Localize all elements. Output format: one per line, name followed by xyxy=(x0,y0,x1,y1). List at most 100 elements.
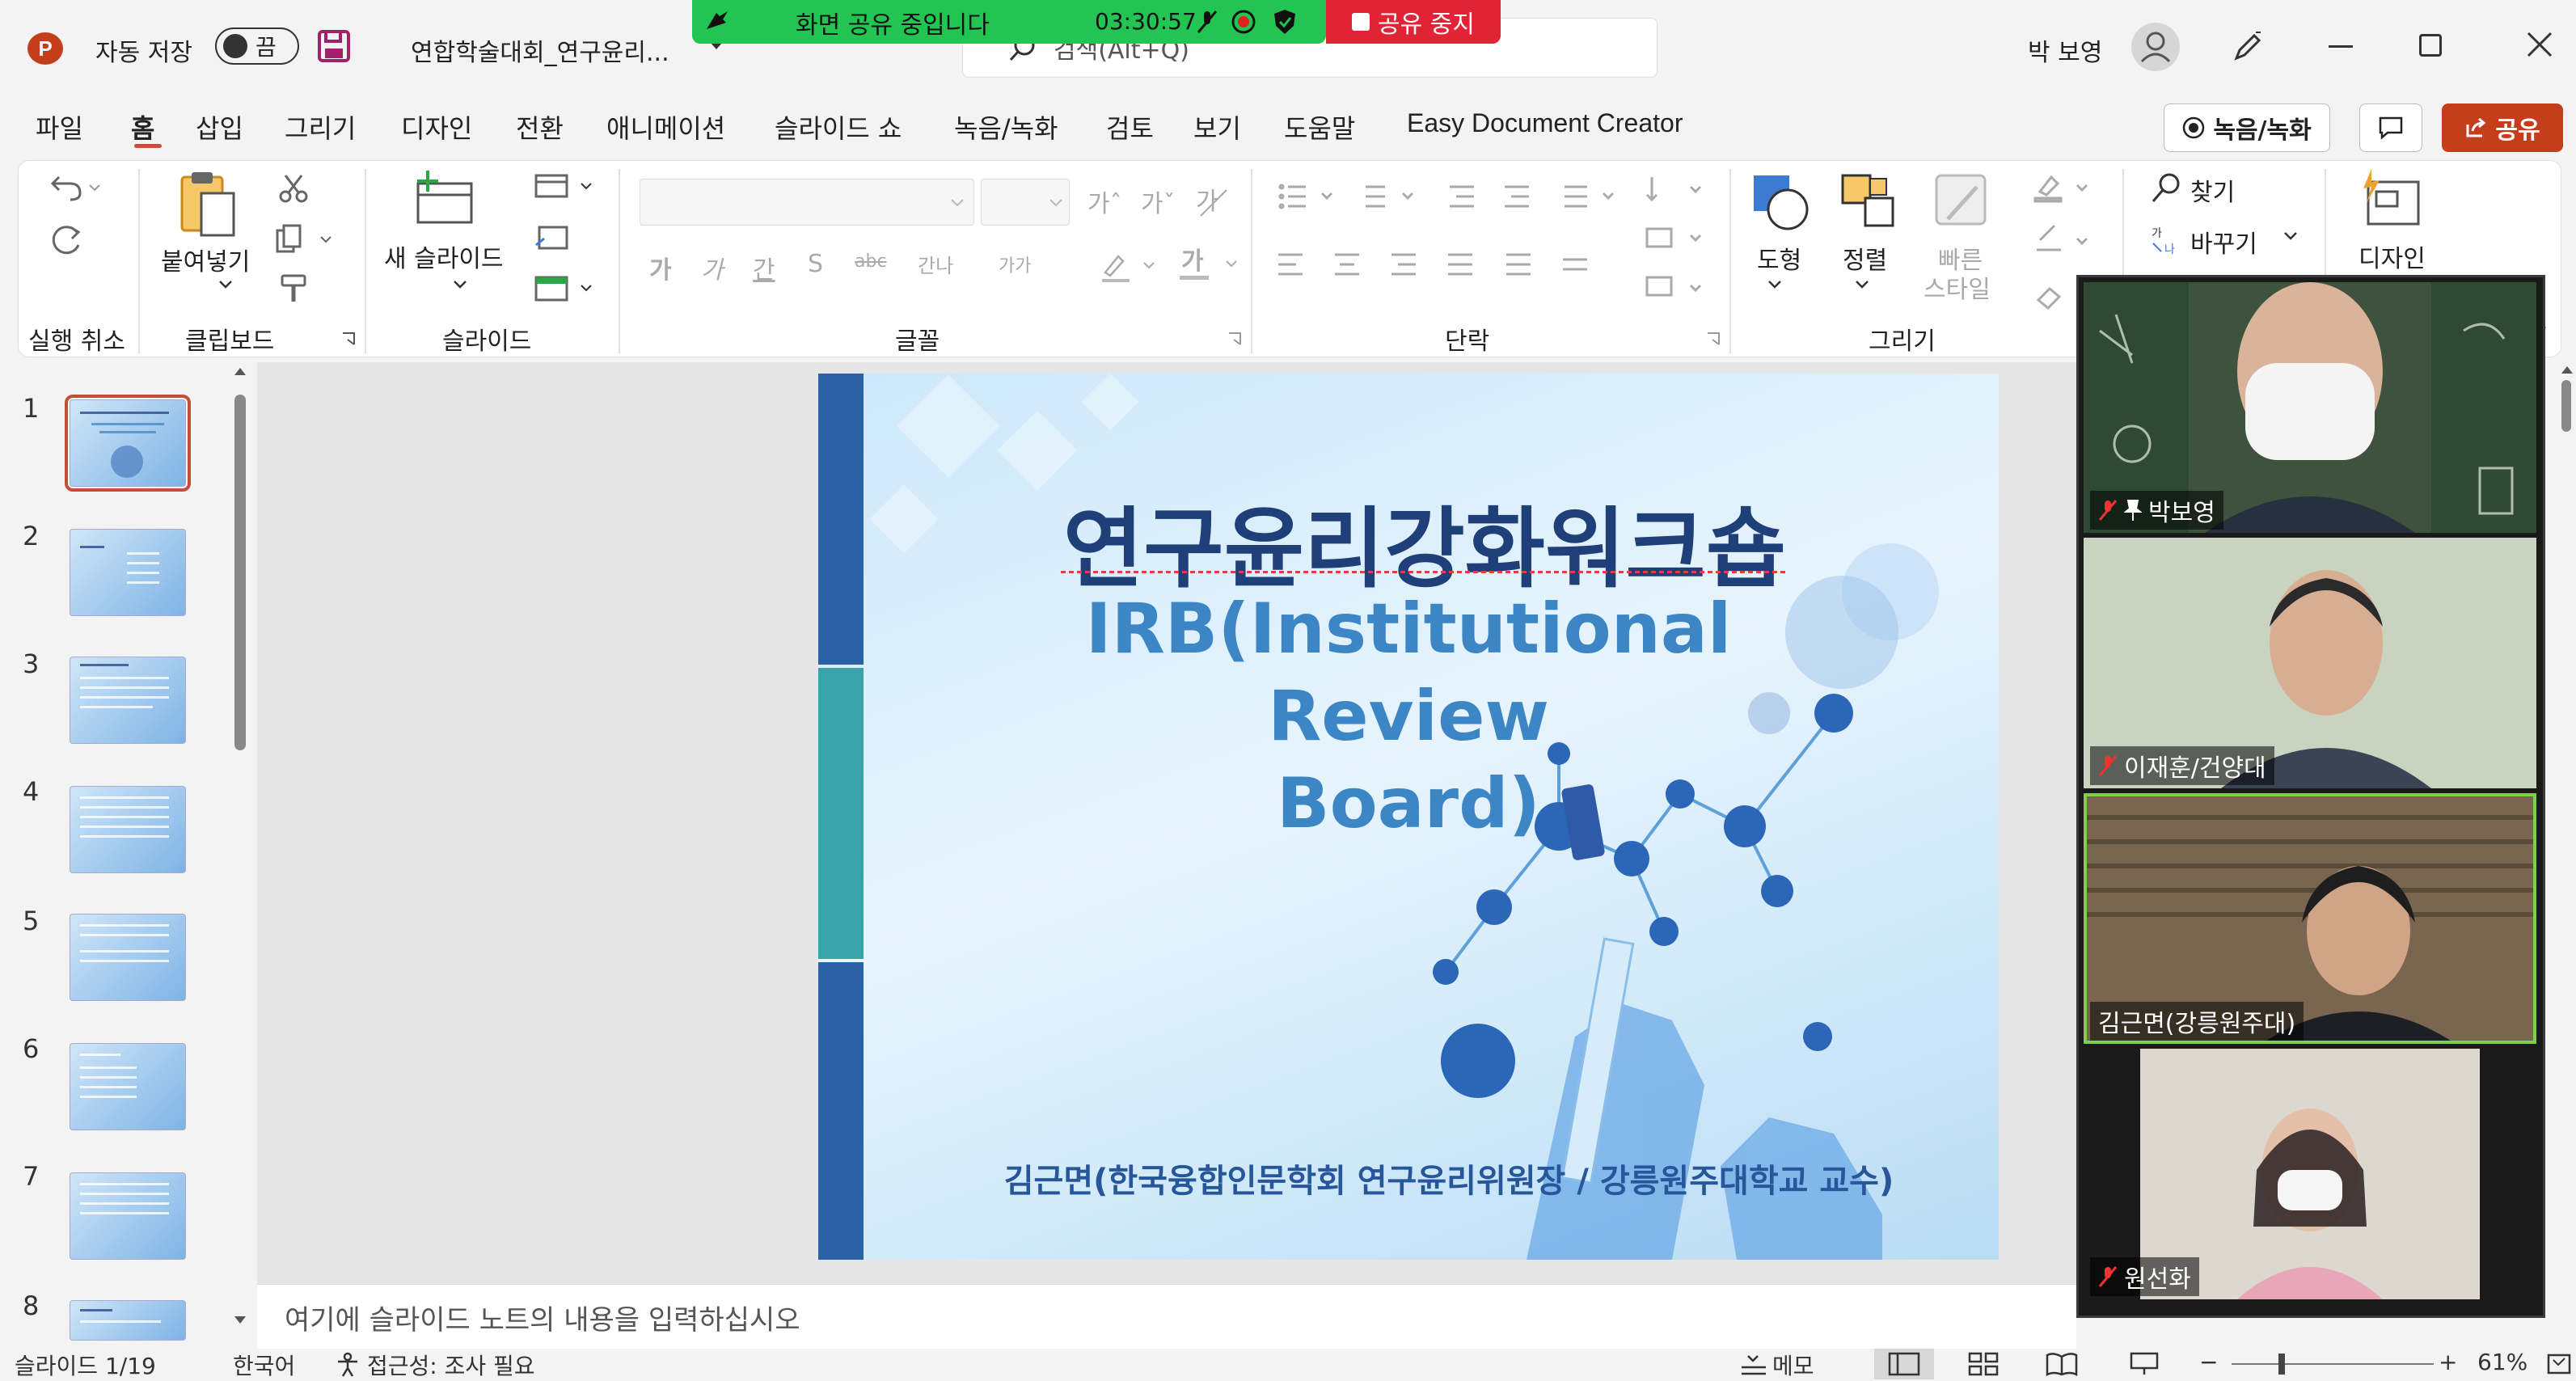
redo-icon[interactable] xyxy=(46,221,87,261)
list-controls[interactable] xyxy=(1277,180,1649,216)
scroll-up-icon[interactable] xyxy=(233,365,247,377)
replace-label[interactable]: 바꾸기 xyxy=(2190,224,2257,260)
format-painter-icon[interactable] xyxy=(277,272,310,305)
paste-icon[interactable] xyxy=(177,169,239,239)
undo-icon[interactable] xyxy=(46,171,103,203)
slideshow-icon[interactable] xyxy=(2128,1352,2160,1376)
stop-share-button[interactable]: 공유 중지 xyxy=(1326,0,1501,44)
notes-toggle-button[interactable]: 메모 xyxy=(1740,1349,1814,1381)
slide-sorter-icon[interactable] xyxy=(1968,1352,2000,1376)
section-icon[interactable] xyxy=(533,272,598,305)
layout-icon[interactable] xyxy=(533,172,598,200)
shield-icon[interactable] xyxy=(1273,8,1297,36)
tab-slideshow[interactable]: 슬라이드 쇼 xyxy=(775,108,902,146)
zoom-slider-thumb[interactable] xyxy=(2278,1354,2285,1375)
arrange-label[interactable]: 정렬 xyxy=(1843,240,1887,276)
underline-button[interactable]: 간 xyxy=(753,250,775,285)
find-icon[interactable] xyxy=(2150,172,2182,205)
record-button[interactable]: 녹음/녹화 xyxy=(2164,103,2330,152)
slide-subtitle[interactable]: IRB(Institutional Review Board) xyxy=(964,585,1853,847)
slide-thumbnail-7[interactable] xyxy=(70,1172,186,1260)
file-title[interactable]: 연합학술대회_연구윤리... xyxy=(411,32,669,68)
tab-insert[interactable]: 삽입 xyxy=(196,108,243,146)
shapes-icon[interactable] xyxy=(1749,171,1814,235)
shapes-label[interactable]: 도형 xyxy=(1757,240,1801,276)
shadow-button[interactable]: S xyxy=(808,250,823,278)
slide-canvas[interactable]: 연구윤리강화워크숍 IRB(Institutional Review Board… xyxy=(818,374,1999,1260)
scroll-up-icon[interactable] xyxy=(2560,364,2574,375)
tab-animations[interactable]: 애니메이션 xyxy=(606,108,725,146)
tab-transitions[interactable]: 전환 xyxy=(516,108,564,146)
zoom-in-button[interactable]: + xyxy=(2439,1349,2457,1375)
tab-design[interactable]: 디자인 xyxy=(401,108,472,146)
find-label[interactable]: 찾기 xyxy=(2190,172,2235,208)
chevron-down-icon[interactable] xyxy=(452,279,468,290)
participant-tile[interactable]: 박보영 xyxy=(2084,282,2536,533)
slide-thumbnail-4[interactable] xyxy=(70,786,186,873)
new-slide-icon[interactable] xyxy=(412,171,476,227)
tab-draw[interactable]: 그리기 xyxy=(285,108,356,146)
zoom-out-button[interactable]: − xyxy=(2199,1349,2218,1375)
save-icon[interactable] xyxy=(317,29,351,63)
font-family-select[interactable] xyxy=(640,179,974,226)
chevron-down-icon[interactable] xyxy=(217,279,234,290)
font-color-icon[interactable]: 가 xyxy=(1176,245,1249,284)
slide-thumbnail-3[interactable] xyxy=(70,657,186,744)
designer-icon[interactable] xyxy=(2360,167,2425,232)
cut-icon[interactable] xyxy=(277,172,310,205)
tab-help[interactable]: 도움말 xyxy=(1284,108,1355,146)
char-spacing-button[interactable]: 간나 xyxy=(918,250,953,278)
text-direction-controls[interactable] xyxy=(1644,172,1708,310)
record-icon[interactable] xyxy=(1231,9,1256,35)
participant-tile[interactable]: 이재훈/건양대 xyxy=(2084,538,2536,788)
fit-slide-icon[interactable] xyxy=(2545,1350,2573,1378)
slide-thumbnail-2[interactable] xyxy=(70,529,186,616)
tab-home[interactable]: 홈 xyxy=(131,108,154,146)
align-controls[interactable] xyxy=(1277,248,1649,284)
quick-styles-icon[interactable] xyxy=(1932,171,1996,235)
mic-muted-icon[interactable] xyxy=(1197,10,1218,34)
slide-scrollbar[interactable] xyxy=(2557,362,2576,1349)
tab-view[interactable]: 보기 xyxy=(1193,108,1241,146)
dialog-launcher-icon[interactable] xyxy=(340,331,357,347)
quick-styles-label-2[interactable]: 스타일 xyxy=(1924,269,1991,305)
slide-thumbnail-8[interactable] xyxy=(70,1300,186,1341)
dialog-launcher-icon[interactable] xyxy=(1705,331,1721,347)
highlight-icon[interactable] xyxy=(1099,248,1163,284)
grow-font-button[interactable]: 가ˆ xyxy=(1087,184,1122,219)
language-indicator[interactable]: 한국어 xyxy=(233,1349,295,1381)
share-status-area[interactable]: 화면 공유 중입니다 03:30:57 xyxy=(692,0,1326,44)
avatar[interactable] xyxy=(2131,23,2180,71)
comments-button[interactable] xyxy=(2359,103,2422,152)
arrange-icon[interactable] xyxy=(1838,171,1902,235)
participant-tile[interactable]: 원선화 xyxy=(2084,1049,2536,1299)
replace-icon[interactable]: 가나 xyxy=(2150,224,2185,256)
bold-button[interactable]: 가 xyxy=(649,250,672,285)
close-icon[interactable] xyxy=(2526,31,2553,58)
designer-label[interactable]: 디자인 xyxy=(2359,239,2426,274)
restore-icon[interactable] xyxy=(2419,34,2442,57)
tab-recording[interactable]: 녹음/녹화 xyxy=(954,108,1058,146)
scroll-thumb[interactable] xyxy=(2561,380,2571,432)
slide-thumbnail-6[interactable] xyxy=(70,1043,186,1130)
italic-button[interactable]: 가 xyxy=(701,250,724,285)
zoom-slider-track[interactable] xyxy=(2232,1363,2434,1365)
paste-label[interactable]: 붙여넣기 xyxy=(161,242,250,277)
thumbnail-scrollbar[interactable] xyxy=(231,365,249,1329)
chevron-down-icon[interactable] xyxy=(1854,279,1870,290)
slide-thumbnail-1[interactable] xyxy=(70,399,186,487)
minimize-icon[interactable] xyxy=(2329,45,2353,48)
shrink-font-button[interactable]: 가ˇ xyxy=(1141,184,1176,219)
scroll-thumb[interactable] xyxy=(234,395,246,750)
font-size-select[interactable] xyxy=(981,179,1070,226)
chevron-down-icon[interactable] xyxy=(1767,279,1783,290)
tab-file[interactable]: 파일 xyxy=(36,108,83,146)
notes-pane[interactable]: 여기에 슬라이드 노트의 내용을 입력하십시오 xyxy=(257,1284,2076,1349)
slide-thumbnail-5[interactable] xyxy=(70,914,186,1001)
normal-view-button[interactable] xyxy=(1874,1349,1934,1379)
tab-review[interactable]: 검토 xyxy=(1106,108,1154,146)
participant-tile-active-speaker[interactable]: 김근면(강릉원주대) xyxy=(2084,793,2536,1044)
scroll-down-icon[interactable] xyxy=(233,1315,247,1326)
reset-icon[interactable] xyxy=(533,222,573,255)
strikethrough-button[interactable]: abc xyxy=(855,251,887,272)
